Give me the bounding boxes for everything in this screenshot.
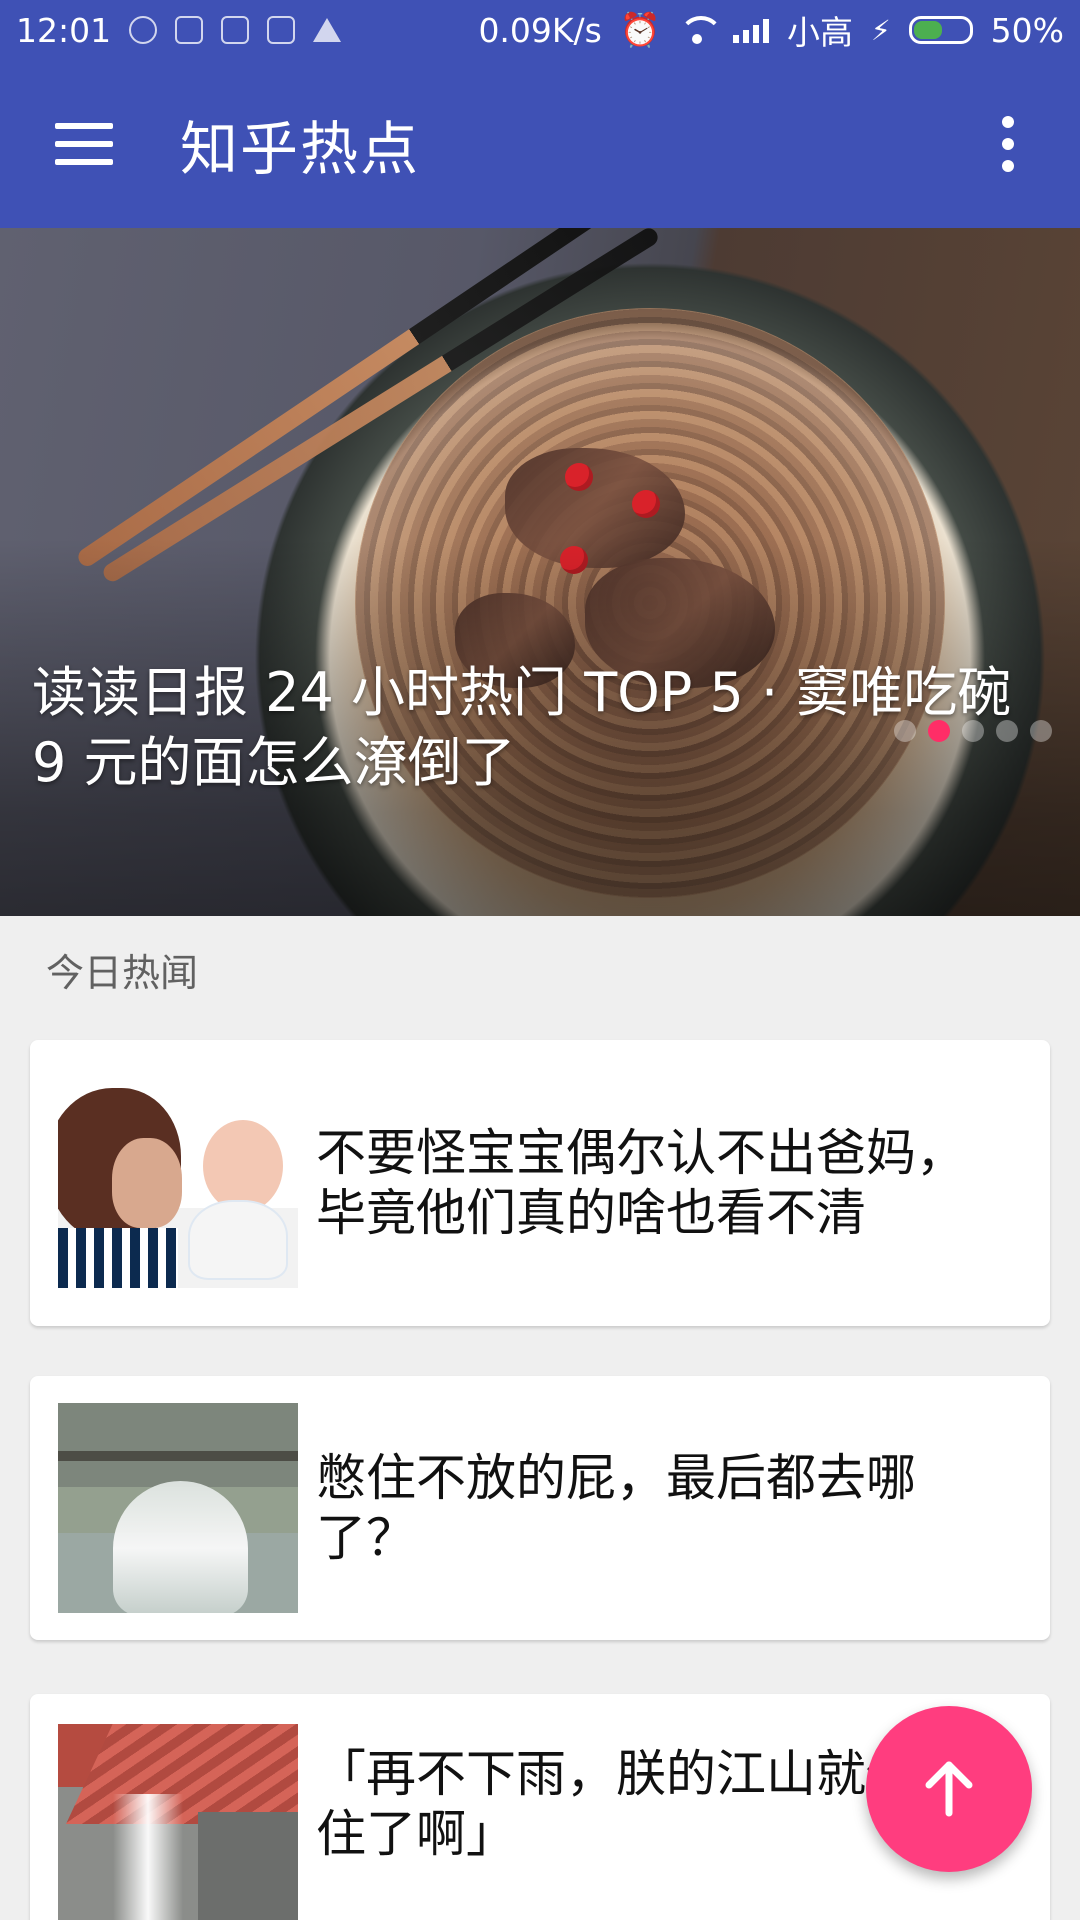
more-vert-icon: [1002, 116, 1014, 128]
mother-face-image: [112, 1138, 182, 1228]
battery-fill: [913, 21, 942, 39]
banner-caption: 读读日报 24 小时热门 TOP 5 · 窦唯吃碗 9 元的面怎么潦倒了: [32, 661, 1012, 794]
pager-dot-3[interactable]: [962, 720, 984, 742]
banner-shade: [0, 228, 1080, 916]
wifi-icon: [678, 16, 723, 44]
section-title: 今日热闻: [46, 951, 199, 995]
rain-image: [113, 1794, 183, 1920]
news-thumbnail-2: [58, 1403, 298, 1613]
wall-image: [198, 1812, 298, 1920]
news-thumbnail-3: [58, 1724, 298, 1920]
settings-icon: [129, 16, 158, 44]
status-right: 0.09K/s ⏰ 小高 ⚡ 50%: [478, 6, 1064, 54]
bridge-image: [58, 1451, 298, 1461]
folder-icon: [267, 16, 296, 44]
battery-icon: [908, 16, 973, 44]
mail-icon: [221, 16, 250, 44]
baby-body-image: [188, 1200, 288, 1280]
news-title-2: 憋住不放的屁，最后都去哪了？: [316, 1449, 916, 1567]
app-screen: 12:01 0.09K/s ⏰ 小高 ⚡ 50% 知乎热点 读读日报 24 小时…: [0, 0, 1080, 1920]
window-icon: [175, 16, 204, 44]
network-speed: 0.09K/s: [478, 10, 602, 50]
menu-button[interactable]: [24, 84, 144, 204]
status-time: 12:01: [16, 10, 112, 50]
status-left: 12:01: [16, 10, 342, 50]
more-options-button[interactable]: [960, 84, 1056, 204]
scroll-to-top-button[interactable]: [866, 1706, 1032, 1872]
battery-percent: 50%: [990, 10, 1064, 50]
flask-icon: [313, 18, 342, 42]
app-title: 知乎热点: [180, 115, 421, 183]
charging-icon: ⚡: [870, 13, 891, 47]
signal-icon: [732, 17, 769, 43]
news-card-1[interactable]: 不要怪宝宝偶尔认不出爸妈，毕竟他们真的啥也看不清: [30, 1040, 1050, 1326]
menu-icon: [55, 123, 113, 165]
banner-pager: [894, 720, 1052, 742]
pager-dot-4[interactable]: [996, 720, 1018, 742]
app-bar: 知乎热点: [0, 60, 1080, 228]
baby-face-image: [203, 1120, 283, 1212]
news-card-2[interactable]: 憋住不放的屁，最后都去哪了？: [30, 1376, 1050, 1640]
pager-dot-1[interactable]: [894, 720, 916, 742]
alarm-icon: ⏰: [619, 10, 661, 49]
waterfall-image: [113, 1481, 248, 1613]
arrow-up-icon: [925, 1761, 973, 1817]
carrier-name: 小高: [786, 13, 853, 52]
pager-dot-2-active[interactable]: [928, 720, 950, 742]
pager-dot-5[interactable]: [1030, 720, 1052, 742]
news-thumbnail-1: [58, 1078, 298, 1288]
status-bar: 12:01 0.09K/s ⏰ 小高 ⚡ 50%: [0, 0, 1080, 60]
mother-shirt-image: [58, 1228, 178, 1288]
featured-banner[interactable]: 读读日报 24 小时热门 TOP 5 · 窦唯吃碗 9 元的面怎么潦倒了: [0, 228, 1080, 916]
news-title-1: 不要怪宝宝偶尔认不出爸妈，毕竟他们真的啥也看不清: [316, 1124, 966, 1242]
